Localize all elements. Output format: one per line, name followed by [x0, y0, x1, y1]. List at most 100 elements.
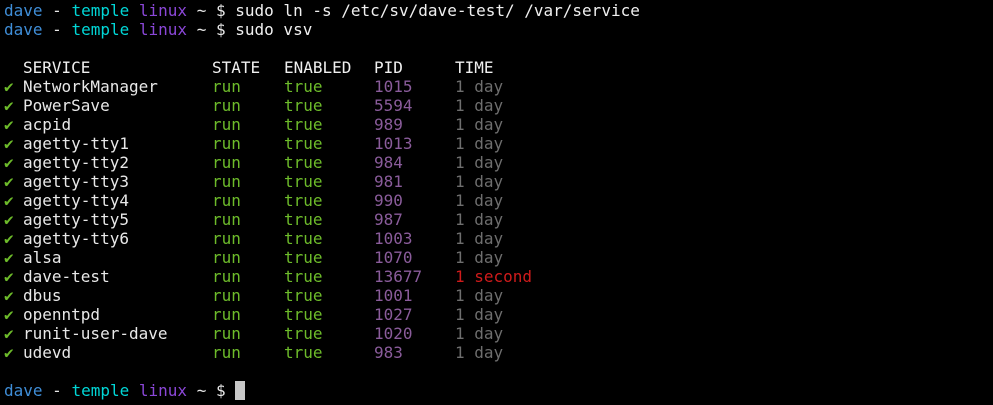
- row-state: run: [212, 191, 241, 210]
- check-icon: ✔: [4, 77, 14, 96]
- row-pid: 989: [374, 115, 403, 134]
- row-enabled: true: [284, 134, 323, 153]
- row-pid: 1003: [374, 229, 413, 248]
- row-enabled: true: [284, 77, 323, 96]
- row-state: run: [212, 248, 241, 267]
- row-state: run: [212, 134, 241, 153]
- row-time: 1 day: [455, 229, 504, 248]
- row-time: 1 day: [455, 96, 504, 115]
- prompt-tilde: ~: [196, 381, 207, 400]
- prompt-symbol: $: [215, 20, 226, 39]
- prompt-user: dave: [4, 381, 43, 400]
- prompt-line-3[interactable]: dave - temple linux ~ $: [4, 381, 993, 400]
- header-check-spacer: [4, 58, 23, 77]
- table-row: ✔ agetty-tty5 run true 987 1 day: [4, 210, 993, 229]
- check-icon: ✔: [4, 96, 14, 115]
- row-pid: 983: [374, 343, 403, 362]
- row-service: openntpd: [23, 305, 101, 324]
- row-time: 1 day: [455, 343, 504, 362]
- row-enabled: true: [284, 267, 323, 286]
- row-enabled: true: [284, 248, 323, 267]
- check-icon: ✔: [4, 286, 14, 305]
- prompt-tilde: ~: [196, 1, 207, 20]
- prompt-os: linux: [138, 381, 188, 400]
- check-icon: ✔: [4, 172, 14, 191]
- row-enabled: true: [284, 115, 323, 134]
- row-service: agetty-tty2: [23, 153, 129, 172]
- prompt-dash: -: [52, 20, 62, 39]
- text-cursor[interactable]: [235, 381, 246, 400]
- table-row: ✔ NetworkManager run true 1015 1 day: [4, 77, 993, 96]
- table-row: ✔ agetty-tty6 run true 1003 1 day: [4, 229, 993, 248]
- row-pid: 981: [374, 172, 403, 191]
- row-state: run: [212, 115, 241, 134]
- table-row: ✔ PowerSave run true 5594 1 day: [4, 96, 993, 115]
- row-state: run: [212, 286, 241, 305]
- header-enabled: ENABLED: [284, 58, 352, 77]
- table-row: ✔ openntpd run true 1027 1 day: [4, 305, 993, 324]
- row-service: alsa: [23, 248, 62, 267]
- service-table: SERVICE STATE ENABLED PID TIME ✔ NetworkManag…: [4, 58, 993, 362]
- check-icon: ✔: [4, 343, 14, 362]
- row-time: 1 day: [455, 286, 504, 305]
- table-row: ✔ dbus run true 1001 1 day: [4, 286, 993, 305]
- prompt-user: dave: [4, 20, 43, 39]
- prompt-os: linux: [138, 1, 188, 20]
- check-icon: ✔: [4, 305, 14, 324]
- row-pid: 1020: [374, 324, 413, 343]
- row-enabled: true: [284, 229, 323, 248]
- prompt-os: linux: [138, 20, 188, 39]
- row-service: dbus: [23, 286, 62, 305]
- row-pid: 1001: [374, 286, 413, 305]
- prompt-line-1: dave - temple linux ~ $ sudo ln -s /etc/…: [4, 1, 993, 20]
- row-pid: 1070: [374, 248, 413, 267]
- row-enabled: true: [284, 305, 323, 324]
- row-pid: 1015: [374, 77, 413, 96]
- table-header: SERVICE STATE ENABLED PID TIME: [4, 58, 993, 77]
- row-service: agetty-tty6: [23, 229, 129, 248]
- row-state: run: [212, 267, 241, 286]
- row-state: run: [212, 229, 241, 248]
- row-time: 1 day: [455, 134, 504, 153]
- table-row: ✔ alsa run true 1070 1 day: [4, 248, 993, 267]
- check-icon: ✔: [4, 248, 14, 267]
- check-icon: ✔: [4, 267, 14, 286]
- row-time: 1 day: [455, 153, 504, 172]
- row-service: agetty-tty5: [23, 210, 129, 229]
- row-enabled: true: [284, 96, 323, 115]
- row-time: 1 day: [455, 191, 504, 210]
- row-pid: 990: [374, 191, 403, 210]
- row-pid: 984: [374, 153, 403, 172]
- header-service: SERVICE: [23, 58, 91, 77]
- row-time: 1 day: [455, 210, 504, 229]
- row-service: agetty-tty3: [23, 172, 129, 191]
- check-icon: ✔: [4, 229, 14, 248]
- row-enabled: true: [284, 153, 323, 172]
- check-icon: ✔: [4, 324, 14, 343]
- row-service: NetworkManager: [23, 77, 158, 96]
- row-pid: 1013: [374, 134, 413, 153]
- check-icon: ✔: [4, 191, 14, 210]
- row-service: agetty-tty4: [23, 191, 129, 210]
- check-icon: ✔: [4, 134, 14, 153]
- row-state: run: [212, 77, 241, 96]
- table-row: ✔ agetty-tty4 run true 990 1 day: [4, 191, 993, 210]
- row-enabled: true: [284, 191, 323, 210]
- terminal-window[interactable]: dave - temple linux ~ $ sudo ln -s /etc/…: [0, 0, 993, 405]
- row-state: run: [212, 96, 241, 115]
- row-enabled: true: [284, 324, 323, 343]
- row-service: acpid: [23, 115, 72, 134]
- row-pid: 1027: [374, 305, 413, 324]
- row-state: run: [212, 343, 241, 362]
- prompt-tilde: ~: [196, 20, 207, 39]
- table-row: ✔ udevd run true 983 1 day: [4, 343, 993, 362]
- table-row: ✔ agetty-tty2 run true 984 1 day: [4, 153, 993, 172]
- row-time: 1 day: [455, 248, 504, 267]
- prompt-host: temple: [71, 20, 130, 39]
- row-service: dave-test: [23, 267, 110, 286]
- header-pid: PID: [374, 58, 403, 77]
- prompt-symbol: $: [215, 1, 226, 20]
- row-time: 1 day: [455, 115, 504, 134]
- row-state: run: [212, 305, 241, 324]
- prompt-host: temple: [71, 381, 130, 400]
